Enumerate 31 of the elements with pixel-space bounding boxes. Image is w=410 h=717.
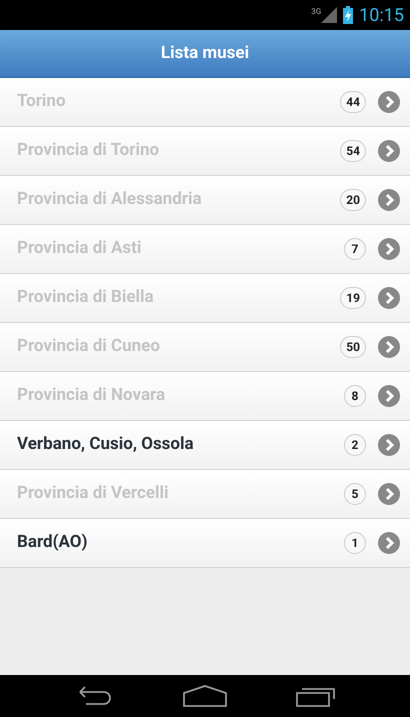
signal-icon <box>321 7 338 23</box>
chevron-icon <box>378 532 400 554</box>
count-badge: 8 <box>344 385 366 407</box>
chevron-icon <box>378 287 400 309</box>
count-badge: 1 <box>344 532 366 554</box>
list-item[interactable]: Verbano, Cusio, Ossola 2 <box>0 421 410 470</box>
chevron-icon <box>378 385 400 407</box>
list-item[interactable]: Bard(AO) 1 <box>0 519 410 568</box>
item-label: Bard(AO) <box>17 531 88 554</box>
chevron-icon <box>378 483 400 505</box>
home-icon[interactable] <box>182 685 227 707</box>
count-badge: 5 <box>344 483 366 505</box>
chevron-icon <box>378 434 400 456</box>
count-badge: 20 <box>340 189 366 211</box>
chevron-icon <box>378 140 400 162</box>
battery-icon <box>343 6 354 24</box>
header-title: Lista musei <box>160 42 250 65</box>
chevron-icon <box>378 336 400 358</box>
count-badge: 7 <box>344 238 366 260</box>
count-badge: 50 <box>340 336 366 358</box>
count-badge: 54 <box>340 140 366 162</box>
item-label: Verbano, Cusio, Ossola <box>17 433 195 456</box>
clock-label: 10:15 <box>359 4 404 28</box>
recent-apps-icon[interactable] <box>296 685 336 707</box>
chevron-icon <box>378 238 400 260</box>
chevron-icon <box>378 189 400 211</box>
count-badge: 2 <box>344 434 366 456</box>
count-badge: 19 <box>340 287 366 309</box>
count-badge: 44 <box>340 91 366 113</box>
chevron-icon <box>378 91 400 113</box>
network-type-label: 3G <box>311 6 322 18</box>
